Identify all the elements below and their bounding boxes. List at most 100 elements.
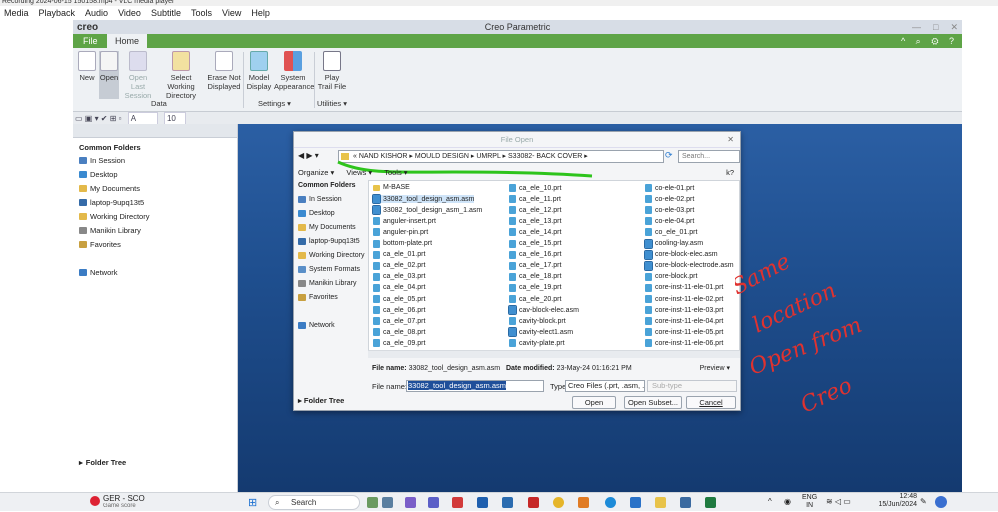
erase-not-displayed-button[interactable]: Erase Not Displayed [207,51,241,91]
menu-video[interactable]: Video [118,6,141,20]
chat-icon[interactable] [428,497,439,508]
file-item[interactable]: ca_ele_12.prt [509,206,561,215]
edge-icon[interactable] [605,497,616,508]
file-item[interactable]: ca_ele_08.prt [373,328,425,337]
file-item[interactable]: core-inst-11-ele-04.prt [645,317,723,326]
menu-help[interactable]: Help [251,6,270,20]
app-icon[interactable] [935,496,947,508]
file-item[interactable]: ca_ele_09.prt [373,339,425,348]
file-item[interactable]: co-ele-02.prt [645,195,694,204]
ribbon-help-icons[interactable]: ^ ⌕ ⚙ ? [901,34,958,48]
open-button[interactable]: Open [99,51,119,99]
file-item[interactable]: core-inst-11-ele-03.prt [645,306,723,315]
dlg-nav-system-formats[interactable]: System Formats [298,266,360,273]
select-working-directory-button[interactable]: Select Working Directory [157,51,205,100]
nav-my-documents[interactable]: My Documents [79,184,140,193]
filename-input[interactable]: 33082_tool_design_asm.asm [406,380,544,392]
group-utilities-label[interactable]: Utilities ▾ [317,99,347,108]
app-icon[interactable] [578,497,589,508]
taskbar-search[interactable]: ⌕ Search [268,495,360,510]
file-item[interactable]: anguler-pin.prt [373,228,428,237]
menu-tools[interactable]: Tools [191,6,212,20]
type-select[interactable]: Creo Files (.prt, .asm, .d [565,380,645,392]
dlg-nav-my-documents[interactable]: My Documents [298,224,356,231]
file-item[interactable]: bottom-plate.prt [373,239,432,248]
tray-chevron-icon[interactable]: ^ [768,497,772,506]
qa-icons[interactable]: ▭ ▣ ▾ ✔ ⊞ ▫ [75,114,122,123]
minimize-icon[interactable]: — [912,20,921,34]
views-menu[interactable]: Views ▾ [346,168,372,177]
nav-working-directory[interactable]: Working Directory [79,212,149,221]
windows-start-icon[interactable]: ⊞ [248,496,257,509]
file-item[interactable]: cav-block-elec.asm [508,305,579,316]
file-item[interactable]: core-inst-11-ele-05.prt [645,328,723,337]
menu-media[interactable]: Media [4,6,29,20]
help-icon[interactable]: k? [726,167,734,179]
file-item[interactable]: cavity-block.prt [509,317,566,326]
nav-computer[interactable]: laptop-9upq13t5 [79,198,144,207]
widgets-icon[interactable] [382,497,393,508]
tray-app-icon[interactable]: ◉ [784,497,791,506]
network-speaker-battery-icons[interactable]: ≋ ◁ ▭ [826,497,851,506]
nav-favorites[interactable]: Favorites [79,240,121,249]
file-item[interactable]: ca_ele_07.prt [373,317,425,326]
dialog-folder-tree-toggle[interactable]: ▸ Folder Tree [298,396,344,405]
organize-menu[interactable]: Organize ▾ [298,168,334,177]
app-icon[interactable] [452,497,463,508]
back-forward-icon[interactable]: ◀ ▶ ▾ [298,151,319,160]
file-item[interactable]: co-ele-04.prt [645,217,694,226]
file-item[interactable]: ca_ele_04.prt [373,283,425,292]
app-icon[interactable] [502,497,513,508]
mail-icon[interactable] [630,497,641,508]
menu-view[interactable]: View [222,6,241,20]
file-item[interactable]: anguler-insert.prt [373,217,436,226]
dlg-nav-favorites[interactable]: Favorites [298,294,338,301]
weather-text[interactable]: GER - SCO [103,494,145,503]
file-item[interactable]: ca_ele_15.prt [509,239,561,248]
refresh-icon[interactable]: ⟳ [665,150,673,161]
app-icon[interactable] [680,497,691,508]
dlg-nav-manikin-library[interactable]: Manikin Library [298,280,356,287]
file-item[interactable]: cavity-elect1.asm [508,327,573,338]
close-icon[interactable]: ✕ [950,20,958,34]
group-settings-label[interactable]: Settings ▾ [258,99,291,108]
file-item[interactable]: co-ele-01.prt [645,184,694,192]
model-display-button[interactable]: Model Display [246,51,272,91]
play-trail-file-button[interactable]: Play Trail File [317,51,347,91]
file-item[interactable]: core-inst-11-ele-02.prt [645,295,723,303]
file-item[interactable]: ca_ele_11.prt [509,195,561,204]
nav-network[interactable]: Network [79,268,118,277]
horizontal-scrollbar[interactable] [368,350,740,358]
file-item[interactable]: core-block-elec.asm [644,249,718,260]
subtype-select[interactable]: Sub-type [647,380,737,392]
teams-icon[interactable] [405,497,416,508]
file-item[interactable]: ca_ele_19.prt [509,283,561,292]
weather-icon[interactable] [90,496,100,506]
file-item[interactable]: co_ele_01.prt [645,228,697,237]
tools-menu[interactable]: Tools ▾ [384,168,407,177]
dlg-nav-network[interactable]: Network [298,322,335,329]
excel-icon[interactable] [705,497,716,508]
new-button[interactable]: New [77,51,97,82]
maximize-icon[interactable]: □ [933,20,938,34]
panel-tabs[interactable] [73,124,237,138]
file-item[interactable]: ca_ele_20.prt [509,295,561,303]
menu-subtitle[interactable]: Subtitle [151,6,181,20]
cancel-button[interactable]: Cancel [686,396,736,409]
file-explorer-icon[interactable] [655,497,666,508]
menu-playback[interactable]: Playback [39,6,76,20]
nav-manikin-library[interactable]: Manikin Library [79,226,141,235]
nav-desktop[interactable]: Desktop [79,170,118,179]
system-appearance-button[interactable]: System Appearance [274,51,314,91]
preview-toggle[interactable]: Preview ▾ [700,364,730,374]
app-icon[interactable] [477,497,488,508]
chrome-icon[interactable] [553,497,564,508]
file-item[interactable]: cavity-plate.prt [509,339,565,348]
dlg-nav-working-directory[interactable]: Working Directory [298,252,365,259]
file-item[interactable]: ca_ele_05.prt [373,295,425,303]
tab-file[interactable]: File [75,34,106,48]
dlg-nav-in-session[interactable]: In Session [298,196,342,203]
open-button[interactable]: Open [572,396,616,409]
file-item[interactable]: ca_ele_03.prt [373,272,425,281]
file-item[interactable]: cooling-lay.asm [644,238,703,249]
